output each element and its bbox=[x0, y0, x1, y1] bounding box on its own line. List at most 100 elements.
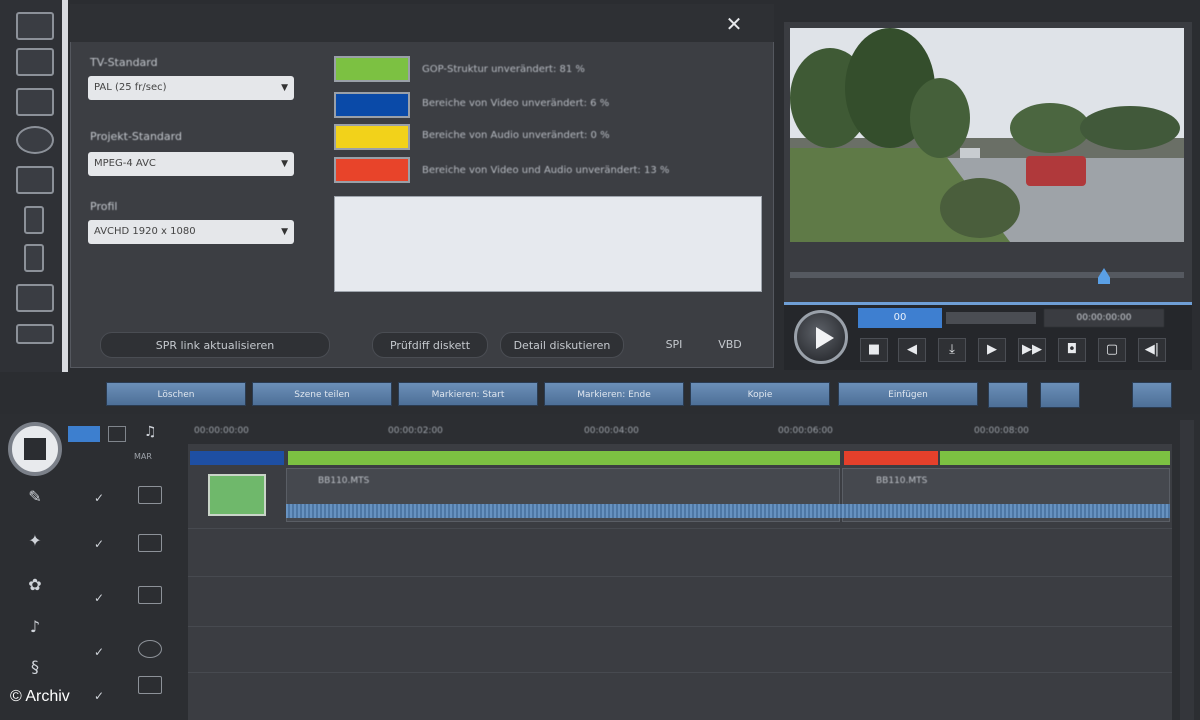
close-icon[interactable]: ✕ bbox=[722, 12, 746, 36]
microphone-icon[interactable] bbox=[24, 244, 44, 272]
timecode-total: 00:00:00:00 bbox=[1044, 309, 1164, 327]
lane-divider bbox=[188, 528, 1172, 529]
eye-icon[interactable] bbox=[16, 126, 54, 154]
music-icon[interactable]: ♪ bbox=[24, 616, 46, 638]
loop-icon[interactable]: ◘ bbox=[1058, 338, 1086, 362]
ruler-tick: 00:00:00:00 bbox=[194, 426, 249, 436]
toolbar-button-split[interactable]: Szene teilen bbox=[252, 382, 392, 406]
mixer-icon[interactable] bbox=[24, 206, 44, 234]
play-icon bbox=[816, 327, 834, 349]
voice-track-icon[interactable] bbox=[138, 640, 162, 658]
grid-icon[interactable] bbox=[16, 166, 54, 194]
overlay-track-icon[interactable] bbox=[138, 534, 162, 552]
ruler-tick: 00:00:02:00 bbox=[388, 426, 443, 436]
voice-icon[interactable]: § bbox=[24, 656, 46, 678]
option-button-2[interactable]: VBD bbox=[706, 332, 754, 358]
effect-icon[interactable]: ✎ bbox=[24, 486, 46, 508]
profile-select[interactable]: AVCHD 1920 x 1080 ▼ bbox=[88, 220, 294, 244]
track-header-label: MAR bbox=[134, 452, 152, 461]
checkmark-icon[interactable] bbox=[1132, 382, 1172, 408]
clip-label: BB110.MTS bbox=[876, 476, 928, 486]
volume-slider[interactable] bbox=[946, 312, 1036, 324]
timeline-mode-button[interactable] bbox=[8, 422, 62, 476]
segment-green bbox=[288, 451, 840, 465]
title-icon[interactable]: ✦ bbox=[24, 530, 46, 552]
stop-icon[interactable]: ■ bbox=[860, 338, 888, 362]
title-track-icon[interactable] bbox=[138, 586, 162, 604]
tv-standard-select[interactable]: PAL (25 fr/sec) ▼ bbox=[88, 76, 294, 100]
legend-text-green: GOP-Struktur unverändert: 81 % bbox=[422, 64, 585, 75]
legend-text-yellow: Bereiche von Audio unverändert: 0 % bbox=[422, 130, 610, 141]
lane-divider bbox=[188, 576, 1172, 577]
image-icon[interactable] bbox=[16, 88, 54, 116]
legend-text-blue: Bereiche von Video unverändert: 6 % bbox=[422, 98, 610, 109]
panel-header bbox=[70, 4, 774, 42]
detail-button[interactable]: Detail diskutieren bbox=[500, 332, 624, 358]
lane-divider bbox=[188, 626, 1172, 627]
view-toggle-timeline[interactable] bbox=[68, 426, 100, 442]
timecode-current: 00 bbox=[858, 308, 942, 328]
toolbar-button-delete[interactable]: Löschen bbox=[106, 382, 246, 406]
codec-select[interactable]: MPEG-4 AVC ▼ bbox=[88, 152, 294, 176]
volume-icon[interactable]: ◀| bbox=[1138, 338, 1166, 362]
play-button[interactable] bbox=[794, 310, 848, 364]
toolbar-button-mark-end[interactable]: Markieren: Ende bbox=[544, 382, 684, 406]
video-frame-image bbox=[790, 28, 1184, 242]
update-button[interactable]: SPR link aktualisieren bbox=[100, 332, 330, 358]
legend-swatch-green bbox=[334, 56, 410, 82]
lock-icon[interactable]: ✓ bbox=[94, 538, 106, 550]
legend-text-red: Bereiche von Video und Audio unverändert… bbox=[422, 165, 670, 176]
frame-icon[interactable] bbox=[16, 284, 54, 312]
toolbar-button-paste[interactable]: Einfügen bbox=[838, 382, 978, 406]
ruler-tick: 00:00:06:00 bbox=[778, 426, 833, 436]
tv-standard-label: TV-Standard bbox=[90, 56, 158, 69]
clip-thumbnail[interactable] bbox=[208, 474, 266, 516]
trash-icon[interactable] bbox=[988, 382, 1028, 408]
lane-divider bbox=[188, 672, 1172, 673]
legend-swatch-blue bbox=[334, 92, 410, 118]
segment-blue bbox=[190, 451, 284, 465]
fullscreen-icon[interactable]: ▢ bbox=[1098, 338, 1126, 362]
check-button[interactable]: Prüfdiff diskett bbox=[372, 332, 488, 358]
segment-red bbox=[844, 451, 938, 465]
music-track-icon[interactable] bbox=[138, 676, 162, 694]
legend-swatch-yellow bbox=[334, 124, 410, 150]
profile-label: Profil bbox=[90, 200, 118, 213]
scrub-bar[interactable] bbox=[790, 272, 1184, 278]
video-track-icon[interactable] bbox=[138, 486, 162, 504]
copyright-watermark: © Archiv bbox=[10, 688, 70, 705]
fast-forward-icon[interactable]: ▶▶ bbox=[1018, 338, 1046, 362]
toolbar-button-mark-start[interactable]: Markieren: Start bbox=[398, 382, 538, 406]
speaker-icon[interactable]: ◀ bbox=[898, 338, 926, 362]
chevron-down-icon: ▼ bbox=[281, 159, 288, 169]
film-icon[interactable] bbox=[16, 48, 54, 76]
timeline-scrollbar[interactable] bbox=[1180, 420, 1194, 720]
transition-icon[interactable]: ✿ bbox=[24, 574, 46, 596]
ruler-tick: 00:00:04:00 bbox=[584, 426, 639, 436]
bar-icon[interactable] bbox=[16, 324, 54, 344]
chevron-down-icon: ▼ bbox=[281, 227, 288, 237]
audio-tool-icon[interactable]: ♫ bbox=[144, 424, 170, 442]
lock-icon[interactable]: ✓ bbox=[94, 492, 106, 504]
view-toggle-storyboard[interactable] bbox=[108, 426, 126, 442]
chevron-down-icon: ▼ bbox=[281, 83, 288, 93]
segment-green bbox=[940, 451, 1170, 465]
lock-icon[interactable]: ✓ bbox=[94, 690, 106, 702]
audio-waveform[interactable] bbox=[286, 504, 1170, 518]
codec-label: Projekt-Standard bbox=[90, 130, 182, 143]
toolbar-button-copy[interactable]: Kopie bbox=[690, 382, 830, 406]
ruler-tick: 00:00:08:00 bbox=[974, 426, 1029, 436]
result-log-box[interactable] bbox=[334, 196, 762, 292]
option-button-1[interactable]: SPI bbox=[654, 332, 694, 358]
lock-icon[interactable]: ✓ bbox=[94, 592, 106, 604]
export-settings-panel bbox=[70, 4, 774, 368]
step-forward-icon[interactable]: ▶ bbox=[978, 338, 1006, 362]
left-icon-rail bbox=[0, 0, 68, 372]
storyboard-icon bbox=[24, 438, 46, 460]
clipboard-icon[interactable] bbox=[1040, 382, 1080, 408]
lock-icon[interactable]: ✓ bbox=[94, 646, 106, 658]
clapper-icon[interactable] bbox=[16, 12, 54, 40]
export-icon[interactable]: ⤓ bbox=[938, 338, 966, 362]
clip-label: BB110.MTS bbox=[318, 476, 370, 486]
video-preview[interactable] bbox=[790, 28, 1184, 242]
